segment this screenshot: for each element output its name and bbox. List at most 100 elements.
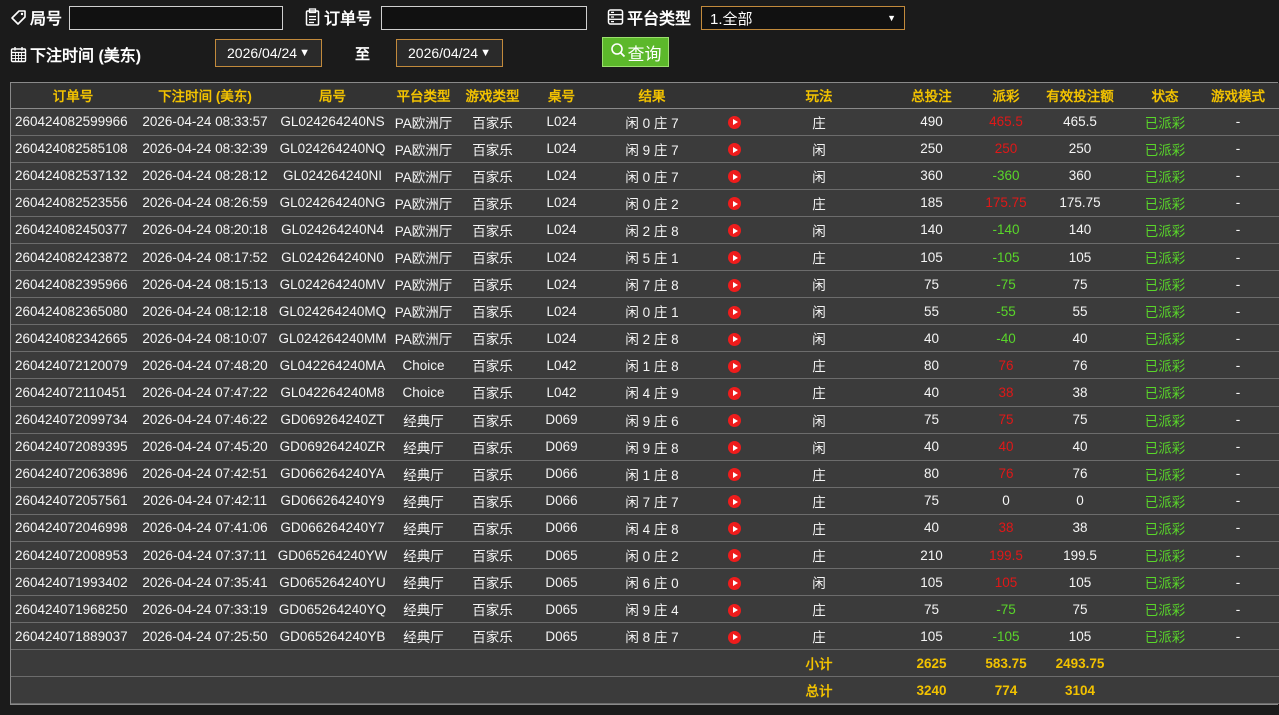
play-icon[interactable] [728,332,741,346]
tag-icon [10,9,27,26]
play-icon[interactable] [728,251,741,265]
game-mode-cell: - [1197,270,1279,299]
play-icon[interactable] [728,278,741,292]
table-no-cell: L024 [528,189,595,217]
play-icon[interactable] [728,630,741,644]
status-cell: 已派彩 [1133,406,1197,434]
total-bet-cell: 105 [878,568,985,597]
table-no-cell: D066 [528,460,595,488]
status-cell: 已派彩 [1133,297,1197,326]
server-icon [607,8,624,26]
table-row: 260424082395966 2026-04-24 08:15:13 GL0242… [11,270,1279,299]
total-bet-cell: 490 [878,108,985,136]
game-type-cell: 百家乐 [457,270,528,299]
play-icon[interactable] [728,441,741,455]
platform-cell: 经典厅 [390,433,457,461]
total-bet-cell: 55 [878,297,985,326]
play-icon[interactable] [728,170,741,184]
replay-cell [709,351,760,380]
table-no-cell: D069 [528,406,595,434]
payout-cell: -75 [985,270,1027,299]
result-cell: 闲 9 庄 7 [595,135,709,163]
game-type-cell: 百家乐 [457,216,528,244]
play-icon[interactable] [728,576,741,590]
play-type-cell: 庄 [760,108,878,136]
result-cell: 闲 7 庄 7 [595,487,709,515]
valid-bet-cell: 0 [1027,487,1133,515]
status-cell: 已派彩 [1133,108,1197,136]
platform-cell: Choice [390,378,457,407]
play-icon[interactable] [728,603,741,617]
order-cell: 260424071968250 [11,595,135,624]
payout-cell: -140 [985,216,1027,244]
column-header-game-type: 游戏类型 [457,83,528,109]
valid-bet-cell: 105 [1027,568,1133,597]
game-type-cell: 百家乐 [457,135,528,163]
payout-cell: 76 [985,460,1027,488]
total-bet-cell: 75 [878,270,985,299]
result-cell: 闲 1 庄 8 [595,460,709,488]
empty-cell [528,676,595,705]
total-bet-cell: 40 [878,514,985,543]
round-input[interactable] [69,6,283,30]
replay-cell [709,189,760,217]
order-cell: 260424082537132 [11,162,135,190]
result-cell: 闲 0 庄 7 [595,108,709,136]
date-from-picker[interactable]: 2026/04/24 ▼ [215,39,322,67]
order-cell: 260424082395966 [11,270,135,299]
bet-time-cell: 2026-04-24 07:37:11 [135,541,275,570]
query-button[interactable]: 查询 [602,37,669,67]
table-row: 260424071889037 2026-04-24 07:25:50 GD0652… [11,622,1279,651]
payout-cell: -360 [985,162,1027,190]
play-icon[interactable] [728,386,741,400]
game-type-cell: 百家乐 [457,243,528,272]
round-cell: GD069264240ZT [275,406,390,434]
play-icon[interactable] [728,305,741,319]
play-icon[interactable] [728,522,741,536]
play-icon[interactable] [728,224,741,238]
subtotal-valid: 2493.75 [1027,649,1133,678]
play-icon[interactable] [728,197,741,211]
play-icon[interactable] [728,468,741,482]
table-no-cell: D066 [528,514,595,543]
play-type-cell: 闲 [760,406,878,434]
round-cell: GL024264240NG [275,189,390,217]
order-cell: 260424082599966 [11,108,135,136]
payout-cell: 76 [985,351,1027,380]
payout-cell: 38 [985,378,1027,407]
payout-cell: 0 [985,487,1027,515]
chevron-down-icon: ▼ [887,13,896,23]
order-cell: 260424082423872 [11,243,135,272]
round-cell: GL024264240MV [275,270,390,299]
platform-cell: PA欧洲厅 [390,189,457,217]
empty-cell [457,676,528,705]
table-row: 260424072008953 2026-04-24 07:37:11 GD0652… [11,541,1279,570]
order-input[interactable] [381,6,587,30]
game-type-cell: 百家乐 [457,378,528,407]
play-icon[interactable] [728,549,741,563]
play-icon[interactable] [728,359,741,373]
play-icon[interactable] [728,143,741,157]
chevron-down-icon: ▼ [480,47,491,59]
valid-bet-cell: 40 [1027,324,1133,353]
clipboard-icon [304,8,321,26]
play-icon[interactable] [728,495,741,509]
status-cell: 已派彩 [1133,324,1197,353]
column-header-bet-time: 下注时间 (美东) [135,83,275,109]
date-to-picker[interactable]: 2026/04/24 ▼ [396,39,503,67]
play-type-cell: 闲 [760,135,878,163]
platform-cell: Choice [390,351,457,380]
replay-cell [709,460,760,488]
table-row: 260424072089395 2026-04-24 07:45:20 GD0692… [11,433,1279,461]
bet-time-cell: 2026-04-24 08:17:52 [135,243,275,272]
status-cell: 已派彩 [1133,243,1197,272]
game-type-cell: 百家乐 [457,189,528,217]
result-cell: 闲 0 庄 2 [595,541,709,570]
platform-select[interactable]: 1.全部 ▼ [701,6,905,30]
game-type-cell: 百家乐 [457,297,528,326]
valid-bet-cell: 199.5 [1027,541,1133,570]
search-icon [610,42,626,63]
subtotal-label: 小计 [760,649,878,678]
play-icon[interactable] [728,414,741,428]
play-icon[interactable] [728,115,741,129]
